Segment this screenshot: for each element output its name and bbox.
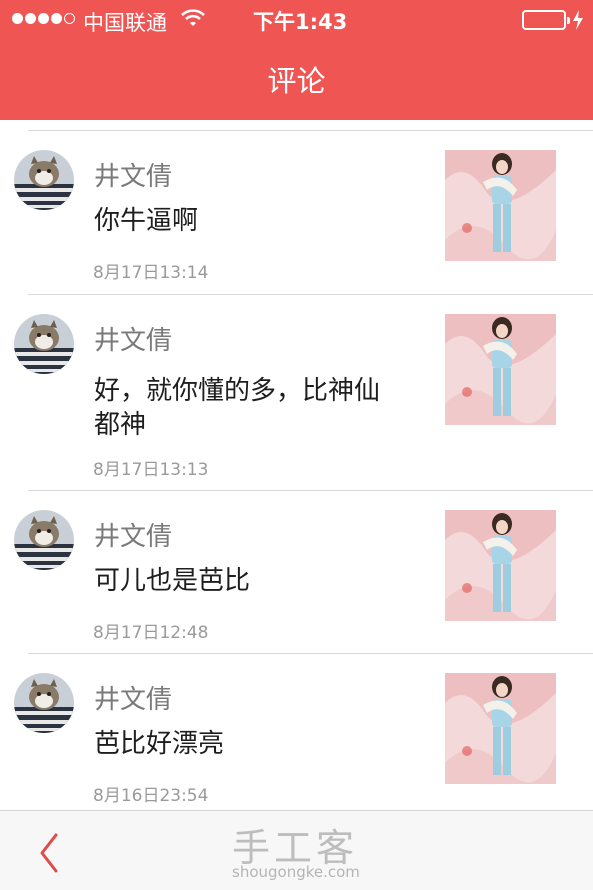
divider xyxy=(28,653,593,654)
commenter-name: 井文倩 xyxy=(94,522,173,552)
commenter-name: 井文倩 xyxy=(94,685,173,715)
project-thumbnail[interactable] xyxy=(445,510,556,621)
comment-text: 芭比好漂亮 xyxy=(94,729,225,759)
divider xyxy=(28,294,593,295)
charging-bolt-icon xyxy=(573,10,583,30)
carrier-name: 中国联通 xyxy=(83,11,167,35)
divider xyxy=(28,130,593,131)
comment-list[interactable]: 井文倩 你牛逼啊 8月17日13:14 井文倩 好，就你懂的多，比神仙都神 8月… xyxy=(0,120,593,810)
avatar[interactable] xyxy=(14,673,74,733)
page-title: 评论 xyxy=(267,64,326,98)
commenter-name: 井文倩 xyxy=(94,162,173,192)
comment-date: 8月17日13:14 xyxy=(93,263,209,283)
bottom-toolbar: 手工客 shougongke.com xyxy=(0,810,593,890)
project-thumbnail[interactable] xyxy=(445,673,556,784)
comment-text: 好，就你懂的多，比神仙都神 xyxy=(94,376,381,440)
comment-text: 你牛逼啊 xyxy=(94,206,199,236)
back-button[interactable] xyxy=(30,831,70,875)
avatar[interactable] xyxy=(14,150,74,210)
avatar[interactable] xyxy=(14,314,74,374)
comment-date: 8月16日23:54 xyxy=(93,786,209,806)
avatar[interactable] xyxy=(14,510,74,570)
comment-date: 8月17日12:48 xyxy=(93,623,209,643)
signal-strength-icon xyxy=(12,13,75,24)
divider xyxy=(28,490,593,491)
battery-icon xyxy=(522,10,570,30)
status-bar: 中国联通 下午1:43 xyxy=(0,0,593,40)
comment-date: 8月17日13:13 xyxy=(93,460,209,480)
project-thumbnail[interactable] xyxy=(445,314,556,425)
app-header: 中国联通 下午1:43 评论 xyxy=(0,0,593,120)
watermark-url: shougongke.com xyxy=(232,863,360,881)
commenter-name: 井文倩 xyxy=(94,326,173,356)
chevron-left-icon xyxy=(40,833,58,873)
comment-text: 可儿也是芭比 xyxy=(94,566,251,596)
project-thumbnail[interactable] xyxy=(445,150,556,261)
status-time: 下午1:43 xyxy=(253,10,348,34)
wifi-icon xyxy=(181,9,205,26)
